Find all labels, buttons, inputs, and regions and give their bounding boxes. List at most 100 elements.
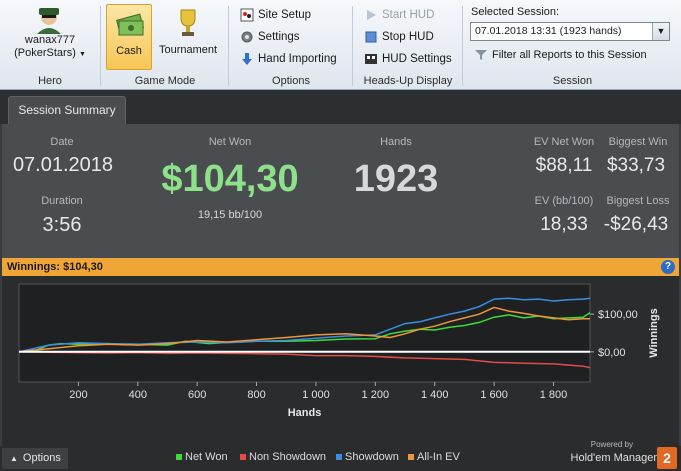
download-arrow-icon [240,52,254,66]
y-tick-label: $0,00 [598,347,626,359]
bottom-bar: ▲ Options Net Won Non Showdown Showdown All-… [0,440,681,471]
hero-name[interactable]: wanax777 (PokerStars) ▼ [0,34,100,61]
legend-item-net-won[interactable]: Net Won [176,450,228,464]
hud-settings-label: HUD Settings [382,53,452,65]
game-mode-group: Cash Tournament Game Mode [104,0,226,90]
legend-label: All-In EV [417,451,460,463]
settings-item[interactable]: Settings [240,28,300,46]
play-icon [364,8,378,22]
ev-net-won-value: $88,11 [535,155,593,176]
options-group: Site Setup Settings Hand Importing Optio… [232,0,350,90]
hand-importing-item[interactable]: Hand Importing [240,50,337,68]
start-hud-item[interactable]: Start HUD [364,6,434,24]
legend-item-all-in-ev[interactable]: All-In EV [408,450,460,464]
x-tick-label: 1 800 [540,389,568,401]
legend-swatch [176,454,182,460]
site-setup-item[interactable]: Site Setup [240,6,311,24]
filter-reports-label: Filter all Reports to this Session [492,49,647,61]
chevron-down-icon: ▼ [78,51,86,58]
divider [352,6,353,86]
powered-by-label: Powered by [590,440,633,449]
biggest-win-label: Biggest Win [608,136,668,148]
hero-avatar-icon [37,8,61,34]
x-tick-label: 400 [129,389,147,401]
x-tick-label: 1 400 [421,389,449,401]
duration-label: Duration [41,195,83,207]
stop-hud-label: Stop HUD [382,31,434,43]
ev-bb-value: 18,33 [540,214,588,235]
divider [462,6,463,86]
winnings-chart-svg: 200 400 600 800 1 000 1 200 1 400 1 600 1 800 $10… [18,283,660,419]
legend-item-showdown[interactable]: Showdown [336,450,399,464]
tournament-button[interactable]: Tournament [156,4,220,70]
session-group-label: Session [552,75,593,87]
hero-group-label: Hero [38,75,62,87]
filter-icon [474,48,488,62]
settings-label: Settings [258,31,300,43]
date-label: Date [50,136,74,148]
y-tick-label: $100,00 [598,309,638,321]
start-hud-label: Start HUD [382,9,435,21]
hud-group: Start HUD Stop HUD HUD Settings Heads-Up… [356,0,460,90]
hero-username: wanax777 [24,34,76,46]
biggest-loss-label: Biggest Loss [606,195,670,207]
hud-settings-item[interactable]: HUD Settings [364,50,452,68]
biggest-win-value: $33,73 [606,155,666,176]
filter-reports-item[interactable]: Filter all Reports to this Session [474,46,647,64]
ev-bb-label: EV (bb/100) [534,195,594,207]
session-select[interactable]: 07.01.2018 13:31 (1923 hands) ▼ [470,22,670,41]
biggest-loss-value: -$26,43 [603,214,669,235]
app-window: wanax777 (PokerStars) ▼ Hero Cash Tourna… [0,0,681,471]
x-tick-label: 800 [247,389,265,401]
x-tick-label: 200 [69,389,87,401]
hands-value: 1923 [353,158,439,200]
legend-item-non-showdown[interactable]: Non Showdown [240,450,326,464]
tab-session-summary[interactable]: Session Summary [8,96,126,124]
site-setup-label: Site Setup [258,9,312,21]
session-select-value: 07.01.2018 13:31 (1923 hands) [475,25,622,37]
hud-group-label: Heads-Up Display [363,75,453,87]
divider [228,6,229,86]
y-axis-label: Winnings [648,308,660,357]
stop-icon [364,30,378,44]
x-tick-label: 1 600 [480,389,508,401]
winnings-bar-label: Winnings: $104,30 [7,261,103,273]
hands-label: Hands [380,136,412,148]
x-axis-label: Hands [288,407,322,419]
x-tick-label: 1 000 [302,389,330,401]
hud-settings-icon [364,52,378,66]
bb-per-100-value: 19,15 bb/100 [197,209,263,221]
legend-swatch [336,454,342,460]
date-value: 07.01.2018 [12,154,114,176]
trophy-icon [180,9,196,36]
hero-group[interactable]: wanax777 (PokerStars) ▼ Hero [0,0,100,90]
divider [100,6,101,86]
duration-value: 3:56 [42,214,82,236]
gear-icon [240,30,254,44]
net-won-label: Net Won [208,136,252,148]
winnings-bar: Winnings: $104,30 ? [2,258,679,276]
chevron-down-icon[interactable]: ▼ [652,23,669,40]
brand-name: Hold'em Manager [570,452,657,464]
legend-swatch [408,454,414,460]
session-summary-panel: Date 07.01.2018 Duration 3:56 Net Won $1… [2,124,679,258]
tournament-label: Tournament [158,44,218,56]
x-tick-label: 600 [188,389,206,401]
brand-logo: 2 [657,447,677,469]
hand-importing-label: Hand Importing [258,53,337,65]
cash-button[interactable]: Cash [106,4,152,70]
options-button[interactable]: ▲ Options [2,448,68,469]
game-mode-group-label: Game Mode [134,75,196,87]
ev-net-won-label: EV Net Won [533,136,595,148]
options-label: Options [22,452,61,464]
ribbon-toolbar: wanax777 (PokerStars) ▼ Hero Cash Tourna… [0,0,681,90]
options-group-label: Options [272,75,310,87]
stop-hud-item[interactable]: Stop HUD [364,28,434,46]
legend-label: Non Showdown [249,451,327,463]
net-won-value: $104,30 [161,158,299,200]
hero-site: (PokerStars) [14,47,76,59]
legend-label: Net Won [185,451,228,463]
site-setup-icon [240,8,254,22]
winnings-chart: 200 400 600 800 1 000 1 200 1 400 1 600 1 800 $10… [2,276,679,446]
help-icon[interactable]: ? [661,260,675,274]
